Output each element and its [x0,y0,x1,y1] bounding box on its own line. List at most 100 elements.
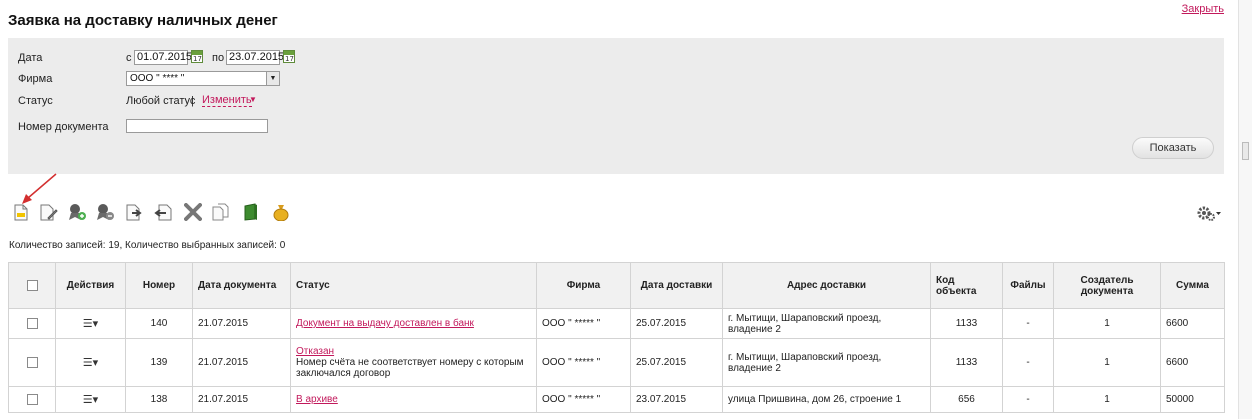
send-document-icon[interactable] [126,202,144,222]
page-title: Заявка на доставку наличных денег [8,12,278,29]
actions-menu-icon[interactable]: ☰▾ [83,393,98,406]
money-bag-icon[interactable] [272,202,290,222]
row-delivery-date: 23.07.2015 [630,386,723,413]
row-checkbox-cell[interactable] [8,338,56,387]
row-sum: 6600 [1160,338,1225,387]
row-object-code: 1133 [930,308,1003,339]
scrollbar-thumb[interactable] [1242,142,1249,160]
user-add-icon[interactable] [68,202,86,222]
row-firm: ООО " ***** " [536,308,631,339]
calendar-icon-day: 17 [285,55,294,63]
calendar-icon[interactable]: 17 [283,50,295,63]
requests-table: Действия Номер Дата документа Статус Фир… [8,262,1225,413]
red-arrow-annotation [22,173,57,204]
gear-icon[interactable] [1196,204,1222,222]
row-creator: 1 [1053,338,1161,387]
row-sum: 50000 [1160,386,1225,413]
col-firm: Фирма [536,262,631,309]
row-status-cell: Отказан Номер счёта не соответствует номе… [290,338,537,387]
edit-document-icon[interactable] [40,202,58,222]
col-object-code: Код объекта [930,262,1003,309]
actions-menu-icon[interactable]: ☰▾ [83,317,98,330]
row-address: г. Мытищи, Шараповский проезд, владение … [722,308,931,339]
row-number: 138 [125,386,193,413]
firm-label: Фирма [18,73,53,85]
col-files: Файлы [1002,262,1054,309]
status-value: Любой статус [126,95,196,107]
row-number: 140 [125,308,193,339]
col-delivery-date: Дата доставки [630,262,723,309]
table-header-row: Действия Номер Дата документа Статус Фир… [8,262,1225,309]
row-checkbox[interactable] [26,356,38,368]
row-files: - [1002,308,1054,339]
date-from-input[interactable]: 01.07.2015 [134,50,192,65]
doc-number-label: Номер документа [18,121,109,133]
firm-select[interactable]: ООО " **** " ▼ [126,71,280,86]
calendar-icon-day: 17 [193,55,202,63]
row-checkbox[interactable] [26,317,38,329]
row-files: - [1002,338,1054,387]
row-status-link[interactable]: Документ на выдачу доставлен в банк [296,318,474,329]
row-checkbox[interactable] [26,393,38,405]
row-status-cell: Документ на выдачу доставлен в банк [290,308,537,339]
row-doc-date: 21.07.2015 [192,386,291,413]
row-creator: 1 [1053,308,1161,339]
row-object-code: 656 [930,386,1003,413]
col-doc-date: Дата документа [192,262,291,309]
row-status-note: Номер счёта не соответствует номеру с ко… [296,357,524,379]
row-actions-cell[interactable]: ☰▾ [55,386,126,413]
return-document-icon[interactable] [154,202,172,222]
chevron-down-icon[interactable]: ▼ [266,72,279,85]
delete-icon[interactable] [184,202,202,222]
col-status: Статус [290,262,537,309]
status-label: Статус [18,95,53,107]
close-link[interactable]: Закрыть [1182,3,1224,15]
row-status-cell: В архиве [290,386,537,413]
copy-icon[interactable] [212,202,230,222]
table-row: ☰▾ 140 21.07.2015 Документ на выдачу дос… [8,308,1225,339]
select-all-checkbox-cell[interactable] [8,262,56,309]
new-document-icon[interactable] [12,202,30,222]
row-files: - [1002,386,1054,413]
col-sum: Сумма [1160,262,1225,309]
firm-select-value: ООО " **** " [130,73,185,84]
col-creator: Создатель документа [1053,262,1161,309]
date-label: Дата [18,52,43,64]
row-object-code: 1133 [930,338,1003,387]
records-count: Количество записей: 19, Количество выбра… [9,240,286,251]
row-checkbox-cell[interactable] [8,386,56,413]
date-to-prefix: по [212,52,225,64]
calendar-icon[interactable]: 17 [191,50,203,63]
status-separator: | [191,95,194,107]
row-firm: ООО " ***** " [536,338,631,387]
actions-menu-icon[interactable]: ☰▾ [83,356,98,369]
row-doc-date: 21.07.2015 [192,338,291,387]
row-firm: ООО " ***** " [536,386,631,413]
col-actions: Действия [55,262,126,309]
archive-book-icon[interactable] [242,202,260,222]
col-number: Номер [125,262,193,309]
row-delivery-date: 25.07.2015 [630,308,723,339]
row-address: г. Мытищи, Шараповский проезд, владение … [722,338,931,387]
row-address: улица Пришвина, дом 26, строение 1 [722,386,931,413]
row-status-link[interactable]: Отказан [296,346,334,357]
user-remove-icon[interactable] [96,202,114,222]
row-checkbox-cell[interactable] [8,308,56,339]
status-change-link[interactable]: Изменить [202,94,252,107]
doc-number-input[interactable] [126,119,268,133]
row-actions-cell[interactable]: ☰▾ [55,338,126,387]
show-button[interactable]: Показать [1132,137,1214,159]
row-status-link[interactable]: В архиве [296,394,338,405]
row-number: 139 [125,338,193,387]
col-address: Адрес доставки [722,262,931,309]
row-actions-cell[interactable]: ☰▾ [55,308,126,339]
table-row: ☰▾ 139 21.07.2015 Отказан Номер счёта не … [8,338,1225,387]
vertical-scrollbar[interactable] [1238,0,1252,419]
select-all-checkbox[interactable] [26,279,38,291]
dropdown-arrow-icon[interactable]: ▼ [249,95,257,104]
row-sum: 6600 [1160,308,1225,339]
date-from-prefix: с [126,52,132,64]
date-to-input[interactable]: 23.07.2015 [226,50,284,65]
filter-panel: Дата с 01.07.2015 17 по 23.07.2015 17 Фи… [8,38,1224,174]
table-row: ☰▾ 138 21.07.2015 В архиве ООО " ***** "… [8,386,1225,413]
